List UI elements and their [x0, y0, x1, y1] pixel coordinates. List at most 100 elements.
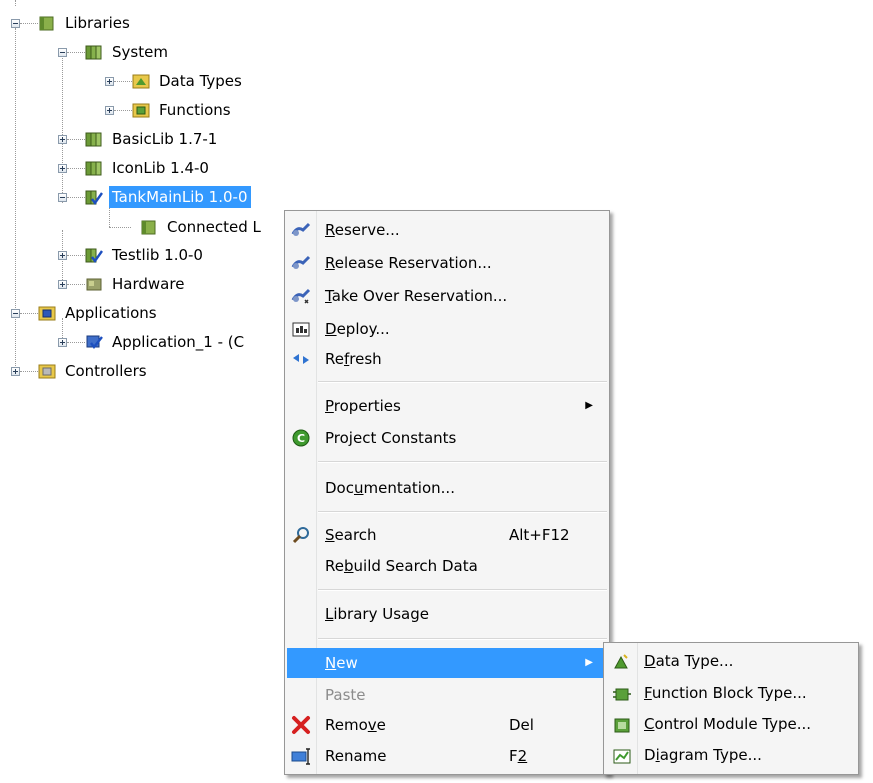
- tree-node-label: Functions: [159, 101, 231, 119]
- menu-item-search[interactable]: Search Alt+F12: [287, 520, 607, 550]
- functions-icon: [132, 101, 150, 119]
- tree-line: [20, 313, 38, 314]
- library-book-icon: [38, 14, 56, 32]
- expand-testlib-toggle[interactable]: [58, 251, 67, 260]
- menu-item-label: Remove: [325, 716, 386, 734]
- tree-line: [67, 342, 85, 343]
- tree-node-testlib[interactable]: Testlib 1.0-0: [85, 243, 206, 267]
- tree-line: [114, 110, 132, 111]
- library-book-icon: [85, 130, 103, 148]
- release-reservation-icon: [291, 253, 311, 273]
- tree-line: [67, 52, 85, 53]
- tree-node-iconlib[interactable]: IconLib 1.4-0: [85, 156, 212, 180]
- expand-functions-toggle[interactable]: [105, 106, 114, 115]
- menu-item-release-reservation[interactable]: Release Reservation...: [287, 248, 607, 278]
- menu-item-take-over-reservation[interactable]: Take Over Reservation...: [287, 281, 607, 311]
- tree-line: [20, 371, 38, 372]
- collapse-libraries-toggle[interactable]: [11, 19, 20, 28]
- tree-line: [67, 197, 85, 198]
- tree-line: [62, 58, 63, 203]
- menu-item-label: Documentation...: [325, 479, 455, 497]
- control-module-type-icon: [612, 715, 632, 735]
- context-menu: Reserve... Release Reservation... Take O…: [284, 210, 610, 775]
- menu-item-label: Search: [325, 526, 377, 544]
- tree-line: [67, 284, 85, 285]
- tree-node-controllers[interactable]: Controllers: [38, 359, 150, 383]
- expand-basiclib-toggle[interactable]: [58, 135, 67, 144]
- tree-node-connected-libraries[interactable]: Connected L: [140, 215, 264, 239]
- submenu-item-control-module-type[interactable]: Control Module Type...: [606, 709, 856, 740]
- tree-line: [109, 227, 131, 228]
- submenu-item-label: Control Module Type...: [644, 715, 812, 733]
- rename-icon: [291, 746, 311, 766]
- tree-node-label: Hardware: [112, 275, 185, 293]
- data-types-icon: [132, 72, 150, 90]
- tree-node-label: BasicLib 1.7-1: [112, 130, 218, 148]
- tree-node-hardware[interactable]: Hardware: [85, 272, 187, 296]
- menu-item-remove[interactable]: Remove Del: [287, 710, 607, 740]
- diagram-type-icon: [612, 746, 632, 766]
- new-submenu: Data Type... Function Block Type... Cont…: [603, 642, 859, 775]
- tree-line: [15, 0, 16, 6]
- expand-iconlib-toggle[interactable]: [58, 164, 67, 173]
- menu-item-deploy[interactable]: Deploy...: [287, 314, 607, 344]
- menu-item-properties[interactable]: Properties ▶: [287, 391, 607, 421]
- collapse-applications-toggle[interactable]: [11, 309, 20, 318]
- tree-node-tankmainlib[interactable]: TankMainLib 1.0-0: [85, 185, 251, 209]
- expand-application-toggle[interactable]: [58, 338, 67, 347]
- menu-item-documentation[interactable]: Documentation...: [287, 473, 607, 503]
- menu-item-label: Deploy...: [325, 320, 390, 338]
- submenu-item-diagram-type[interactable]: Diagram Type...: [606, 740, 856, 771]
- library-book-icon: [85, 43, 103, 61]
- deploy-icon: [291, 319, 311, 339]
- menu-item-rebuild-search-data[interactable]: Rebuild Search Data: [287, 551, 607, 581]
- take-over-reservation-icon: [291, 286, 311, 306]
- menu-item-reserve[interactable]: Reserve...: [287, 215, 607, 245]
- applications-icon: [38, 304, 56, 322]
- tree-node-label: Data Types: [159, 72, 242, 90]
- controllers-icon: [38, 362, 56, 380]
- menu-item-label: Release Reservation...: [325, 254, 492, 272]
- expand-controllers-toggle[interactable]: [11, 367, 20, 376]
- tree-node-label: IconLib 1.4-0: [112, 159, 209, 177]
- menu-item-rename[interactable]: Rename F2: [287, 741, 607, 771]
- tree-node-application-1[interactable]: Application_1 - (C: [85, 330, 247, 354]
- tree-line: [67, 168, 85, 169]
- library-book-icon: [85, 159, 103, 177]
- tree-node-system[interactable]: System: [85, 40, 171, 64]
- menu-separator: [318, 461, 607, 463]
- project-constants-icon: C: [291, 428, 311, 448]
- library-checked-icon: [85, 188, 103, 206]
- menu-item-library-usage[interactable]: Library Usage: [287, 599, 607, 629]
- menu-item-label: Project Constants: [325, 429, 457, 447]
- tree-line: [67, 139, 85, 140]
- menu-item-paste[interactable]: Paste: [287, 680, 607, 710]
- submenu-item-data-type[interactable]: Data Type...: [606, 646, 856, 677]
- submenu-arrow-icon: ▶: [585, 657, 593, 668]
- menu-item-refresh[interactable]: Refresh: [287, 344, 607, 374]
- tree-node-basiclib[interactable]: BasicLib 1.7-1: [85, 127, 220, 151]
- hardware-icon: [85, 275, 103, 293]
- menu-item-shortcut: F2: [509, 747, 528, 765]
- tree-node-applications[interactable]: Applications: [38, 301, 160, 325]
- menu-item-label: Reserve...: [325, 221, 400, 239]
- expand-data-types-toggle[interactable]: [105, 77, 114, 86]
- svg-text:C: C: [297, 432, 305, 445]
- submenu-item-label: Data Type...: [644, 652, 734, 670]
- menu-item-label: Rename: [325, 747, 387, 765]
- menu-item-label: New: [325, 654, 358, 672]
- expand-hardware-toggle[interactable]: [58, 280, 67, 289]
- menu-item-new[interactable]: New ▶: [287, 648, 607, 678]
- data-type-icon: [612, 652, 632, 672]
- tree-node-label: Testlib 1.0-0: [112, 246, 203, 264]
- collapse-system-toggle[interactable]: [58, 48, 67, 57]
- tree-node-functions[interactable]: Functions: [132, 98, 234, 122]
- tree-node-data-types[interactable]: Data Types: [132, 69, 245, 93]
- tree-node-libraries[interactable]: Libraries: [38, 11, 133, 35]
- menu-item-shortcut: Alt+F12: [509, 526, 570, 544]
- refresh-icon: [291, 349, 311, 369]
- function-block-type-icon: [612, 684, 632, 704]
- submenu-item-function-block-type[interactable]: Function Block Type...: [606, 678, 856, 709]
- menu-item-project-constants[interactable]: C Project Constants: [287, 423, 607, 453]
- collapse-tankmainlib-toggle[interactable]: [58, 193, 67, 202]
